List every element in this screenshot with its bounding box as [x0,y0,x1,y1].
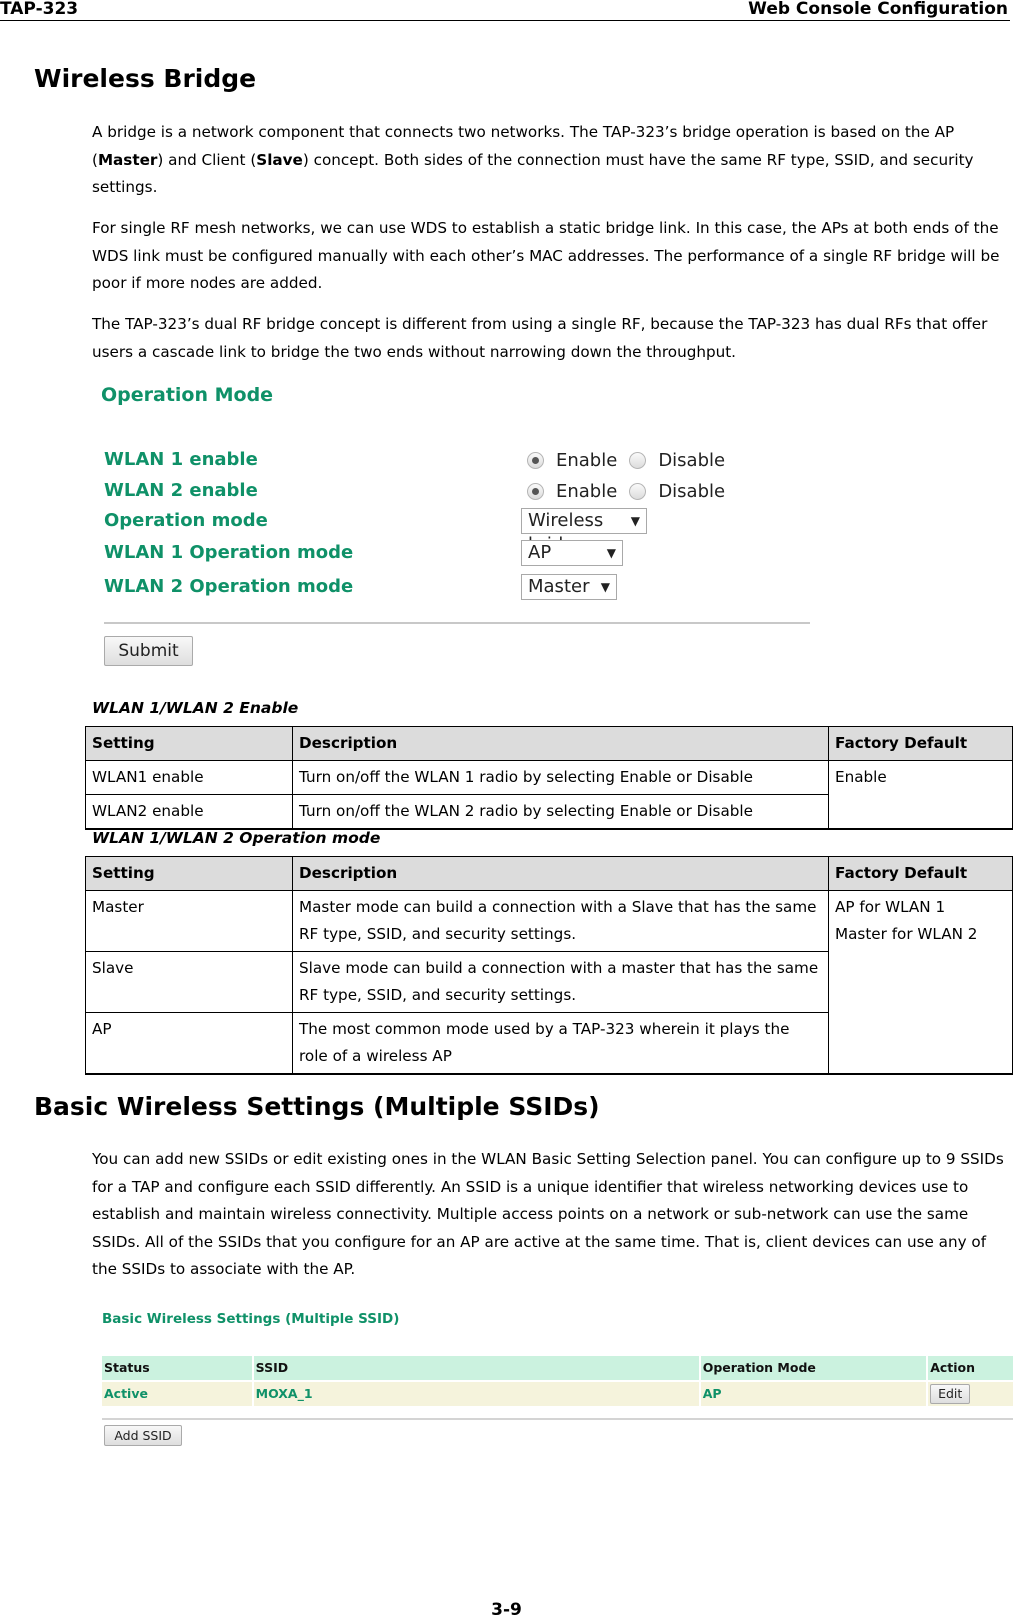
submit-button[interactable]: Submit [104,636,193,666]
label-wlan1-enable: WLAN 1 enable [104,449,258,470]
default-line-1: AP for WLAN 1 [835,898,946,916]
paragraph-dual-rf: The TAP-323’s dual RF bridge concept is … [92,315,988,361]
header-ssid: SSID [253,1356,699,1380]
wlan2-operation-mode-select[interactable]: Master ▼ [521,574,617,600]
cell-description: The most common mode used by a TAP-323 w… [292,1012,829,1075]
section-title-wireless-bridge: Wireless Bridge [34,64,257,93]
cell-status: Active [102,1382,252,1406]
cell-description: Master mode can build a connection with … [292,890,829,952]
running-header: TAP-323 Web Console Configuration [0,0,1010,21]
radio-label-enable: Enable [556,481,618,502]
cell-factory-default: Enable [828,760,1013,830]
paragraph-bridge-intro: A bridge is a network component that con… [92,119,1010,202]
header-factory-default: Factory Default [828,856,1013,891]
wlan1-enable-radio-group: Enable Disable [527,450,737,471]
operation-mode-select[interactable]: Wireless bridge ▼ [521,508,647,555]
table-header-row: Setting Description Factory Default [85,726,1013,761]
table-row: Active MOXA_1 AP Edit [102,1382,1013,1406]
wlan1-operation-mode-select[interactable]: AP ▼ [521,540,623,566]
paragraph-multiple-ssids: You can add new SSIDs or edit existing o… [92,1150,1004,1278]
wlan1-enable-radio[interactable] [527,452,544,469]
cell-setting: WLAN1 enable [85,760,293,795]
section-title-basic-wireless: Basic Wireless Settings (Multiple SSIDs) [34,1092,600,1121]
table-header-row: Setting Description Factory Default [85,856,1013,891]
label-wlan2-operation-mode: WLAN 2 Operation mode [104,576,354,597]
select-value: AP [528,542,552,563]
dropdown-arrow-icon: ▼ [606,546,616,560]
header-description: Description [292,856,829,891]
table-caption-enable: WLAN 1/WLAN 2 Enable [92,699,299,717]
cell-setting: Slave [85,951,293,1013]
label-operation-mode: Operation mode [104,510,268,531]
table-caption-operation-mode: WLAN 1/WLAN 2 Operation mode [92,829,381,847]
table-wlan-operation-mode: Setting Description Factory Default Mast… [85,856,1013,1075]
bold-master: Master [97,150,158,169]
radio-label-disable: Disable [658,481,726,502]
header-status: Status [102,1356,252,1380]
select-value: Master [528,576,590,597]
divider [102,1418,1013,1420]
cell-setting: Master [85,890,293,952]
header-description: Description [292,726,829,761]
cell-setting: WLAN2 enable [85,794,293,830]
header-factory-default: Factory Default [828,726,1013,761]
table-row: WLAN1 enable Turn on/off the WLAN 1 radi… [85,760,1013,830]
cell-ssid: MOXA_1 [253,1382,699,1406]
text: ) and Client ( [157,150,257,169]
default-line-2: Master for WLAN 2 [835,925,978,943]
header-operation-mode: Operation Mode [700,1356,927,1380]
edit-button[interactable]: Edit [930,1384,971,1404]
header-setting: Setting [85,726,293,761]
ssid-table-header: Status SSID Operation Mode Action [102,1356,1013,1380]
radio-label-enable: Enable [556,450,618,471]
ssid-table: Status SSID Operation Mode Action Active… [102,1356,1013,1408]
header-action: Action [928,1356,1013,1380]
product-name: TAP-323 [0,0,79,19]
cell-description: Slave mode can build a connection with a… [292,951,829,1013]
dropdown-arrow-icon: ▼ [600,580,610,594]
cell-description: Turn on/off the WLAN 1 radio by selectin… [292,760,829,795]
label-wlan1-operation-mode: WLAN 1 Operation mode [104,542,354,563]
divider [104,622,810,624]
label-wlan2-enable: WLAN 2 enable [104,480,258,501]
radio-label-disable: Disable [658,450,726,471]
table-wlan-enable: Setting Description Factory Default WLAN… [85,726,1013,830]
panel-title: Operation Mode [101,384,274,406]
paragraph-wds: For single RF mesh networks, we can use … [92,219,1000,292]
cell-operation-mode: AP [700,1382,927,1406]
cell-action: Edit [928,1382,1013,1406]
wlan1-disable-radio[interactable] [629,452,647,469]
wlan2-enable-radio[interactable] [527,483,544,500]
page-number: 3-9 [491,1600,522,1620]
cell-setting: AP [85,1012,293,1075]
bold-slave: Slave [256,150,303,169]
table-row: Master Master mode can build a connectio… [85,890,1013,1075]
chapter-title: Web Console Configuration [748,0,1008,19]
cell-description: Turn on/off the WLAN 2 radio by selectin… [292,794,829,830]
header-setting: Setting [85,856,293,891]
cell-factory-default: AP for WLAN 1 Master for WLAN 2 [828,890,1013,1075]
wlan2-disable-radio[interactable] [629,483,647,500]
add-ssid-button[interactable]: Add SSID [104,1425,182,1446]
panel-title: Basic Wireless Settings (Multiple SSID) [102,1311,400,1327]
wlan2-enable-radio-group: Enable Disable [527,481,737,502]
dropdown-arrow-icon: ▼ [630,514,640,528]
